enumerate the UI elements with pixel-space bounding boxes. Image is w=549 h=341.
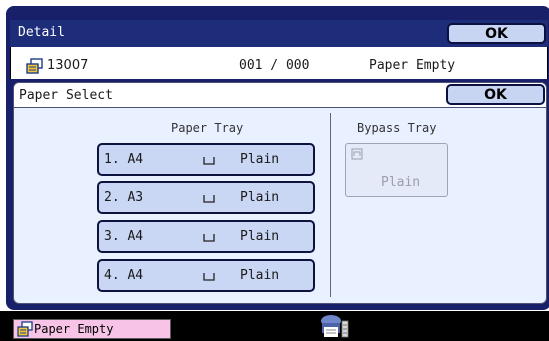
- tray-label: 1. A4: [104, 152, 144, 167]
- printer-icon[interactable]: [318, 313, 352, 341]
- job-icon: [26, 58, 43, 74]
- paper-tray-title: Paper Tray: [171, 121, 244, 135]
- ok-button-panel[interactable]: OK: [446, 84, 545, 105]
- status-bar: Paper Empty: [0, 311, 549, 341]
- paper-type: Plain: [240, 229, 280, 244]
- warning-icon: [17, 321, 33, 337]
- paper-tray-icon: [203, 273, 215, 281]
- job-number: 13007: [47, 58, 89, 73]
- tray-label: 3. A4: [104, 229, 144, 244]
- column-divider: [330, 113, 331, 297]
- tray-1-button[interactable]: 1. A4 Plain: [97, 143, 315, 176]
- ok-button-top[interactable]: OK: [447, 23, 546, 44]
- header-title: Detail: [18, 25, 65, 40]
- paper-type: Plain: [240, 190, 280, 205]
- bypass-paper-type: Plain: [381, 175, 421, 190]
- bypass-tray-title: Bypass Tray: [357, 121, 437, 135]
- tray-label: 2. A3: [104, 190, 144, 205]
- tray-4-button[interactable]: 4. A4 Plain: [97, 259, 315, 292]
- job-status: Paper Empty: [369, 58, 456, 73]
- job-info-row: 13007 001 / 000 Paper Empty: [10, 47, 548, 79]
- status-text: Paper Empty: [34, 322, 114, 336]
- paper-select-panel: Paper Select OK Paper Tray Bypass Tray 1…: [13, 82, 547, 304]
- panel-title: Paper Select: [19, 88, 113, 103]
- bypass-icon: [351, 148, 363, 160]
- page-count: 001 / 000: [239, 58, 310, 73]
- tray-label: 4. A4: [104, 268, 144, 283]
- paper-tray-icon: [203, 195, 215, 203]
- status-message[interactable]: Paper Empty: [13, 319, 171, 339]
- panel-header: Paper Select OK: [14, 83, 546, 108]
- paper-type: Plain: [240, 152, 280, 167]
- paper-type: Plain: [240, 268, 280, 283]
- tray-3-button[interactable]: 3. A4 Plain: [97, 220, 315, 253]
- tray-2-button[interactable]: 2. A3 Plain: [97, 181, 315, 214]
- bypass-tray-button[interactable]: Plain: [345, 143, 448, 197]
- paper-tray-icon: [203, 234, 215, 242]
- paper-tray-icon: [203, 157, 215, 165]
